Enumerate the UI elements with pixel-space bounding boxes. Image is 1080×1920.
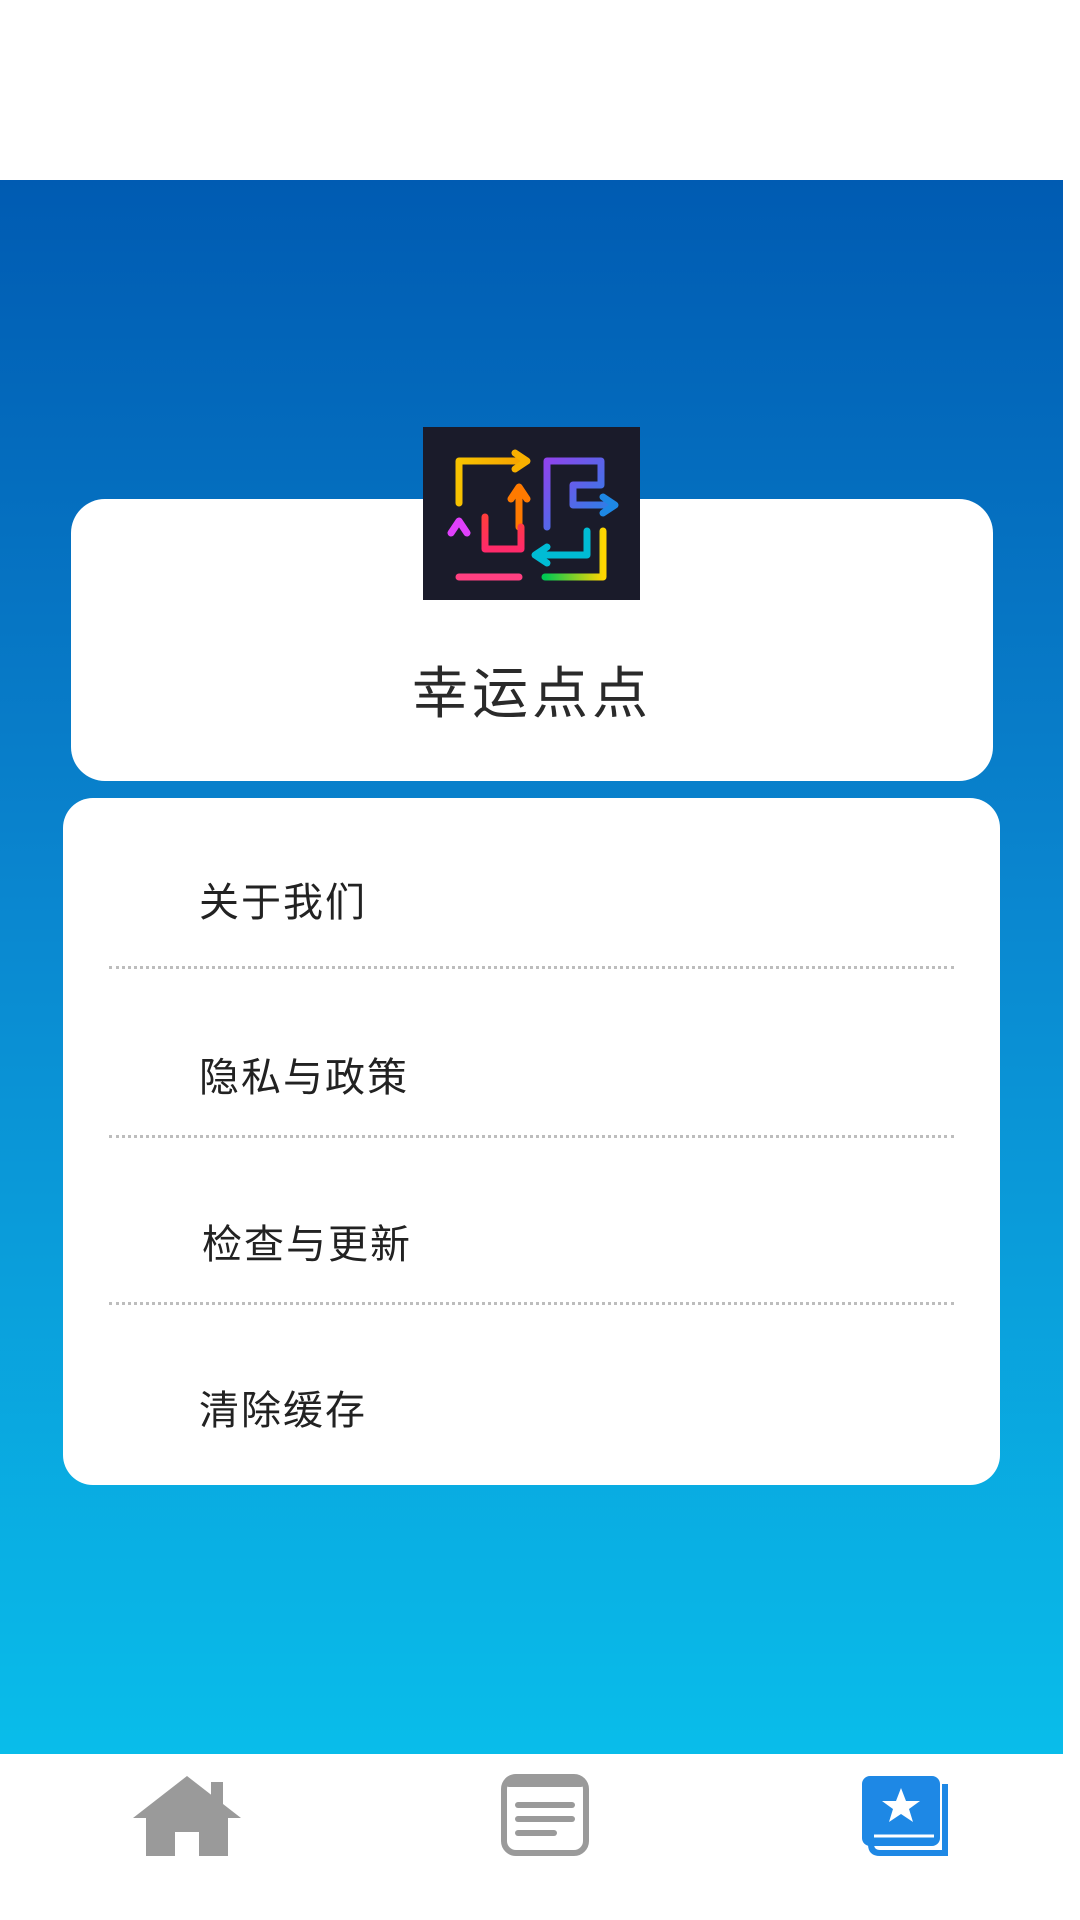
bottom-navigation-bar [0,1754,1080,1920]
menu-item-label: 关于我们 [199,880,367,926]
nav-home-button[interactable] [131,1774,243,1862]
menu-item-label: 清除缓存 [199,1388,367,1434]
menu-item-about-us[interactable]: 关于我们 [63,808,1000,958]
nav-favorites-button[interactable] [860,1774,950,1862]
nav-list-button[interactable] [501,1774,589,1860]
menu-item-label: 检查与更新 [202,1222,412,1268]
document-list-icon [501,1774,589,1856]
app-logo-icon [423,427,640,600]
status-bar-area [0,0,1080,180]
settings-menu-card: 关于我们 隐私与政策 检查与更新 清除缓存 [63,798,1000,1485]
menu-item-clear-cache[interactable]: 清除缓存 [63,1312,1000,1462]
menu-item-privacy-policy[interactable]: 隐私与政策 [63,976,1000,1126]
edge-strip [1063,180,1080,1754]
menu-divider [109,1135,954,1138]
app-name: 幸运点点 [412,662,652,727]
menu-divider [109,966,954,969]
home-icon [133,1776,241,1856]
menu-item-label: 隐私与政策 [199,1055,409,1101]
menu-divider [109,1302,954,1305]
menu-item-check-update[interactable]: 检查与更新 [63,1145,1000,1295]
favorites-book-icon [862,1776,948,1856]
app-screen: 幸运点点 关于我们 隐私与政策 检查与更新 清除缓存 [0,0,1080,1920]
